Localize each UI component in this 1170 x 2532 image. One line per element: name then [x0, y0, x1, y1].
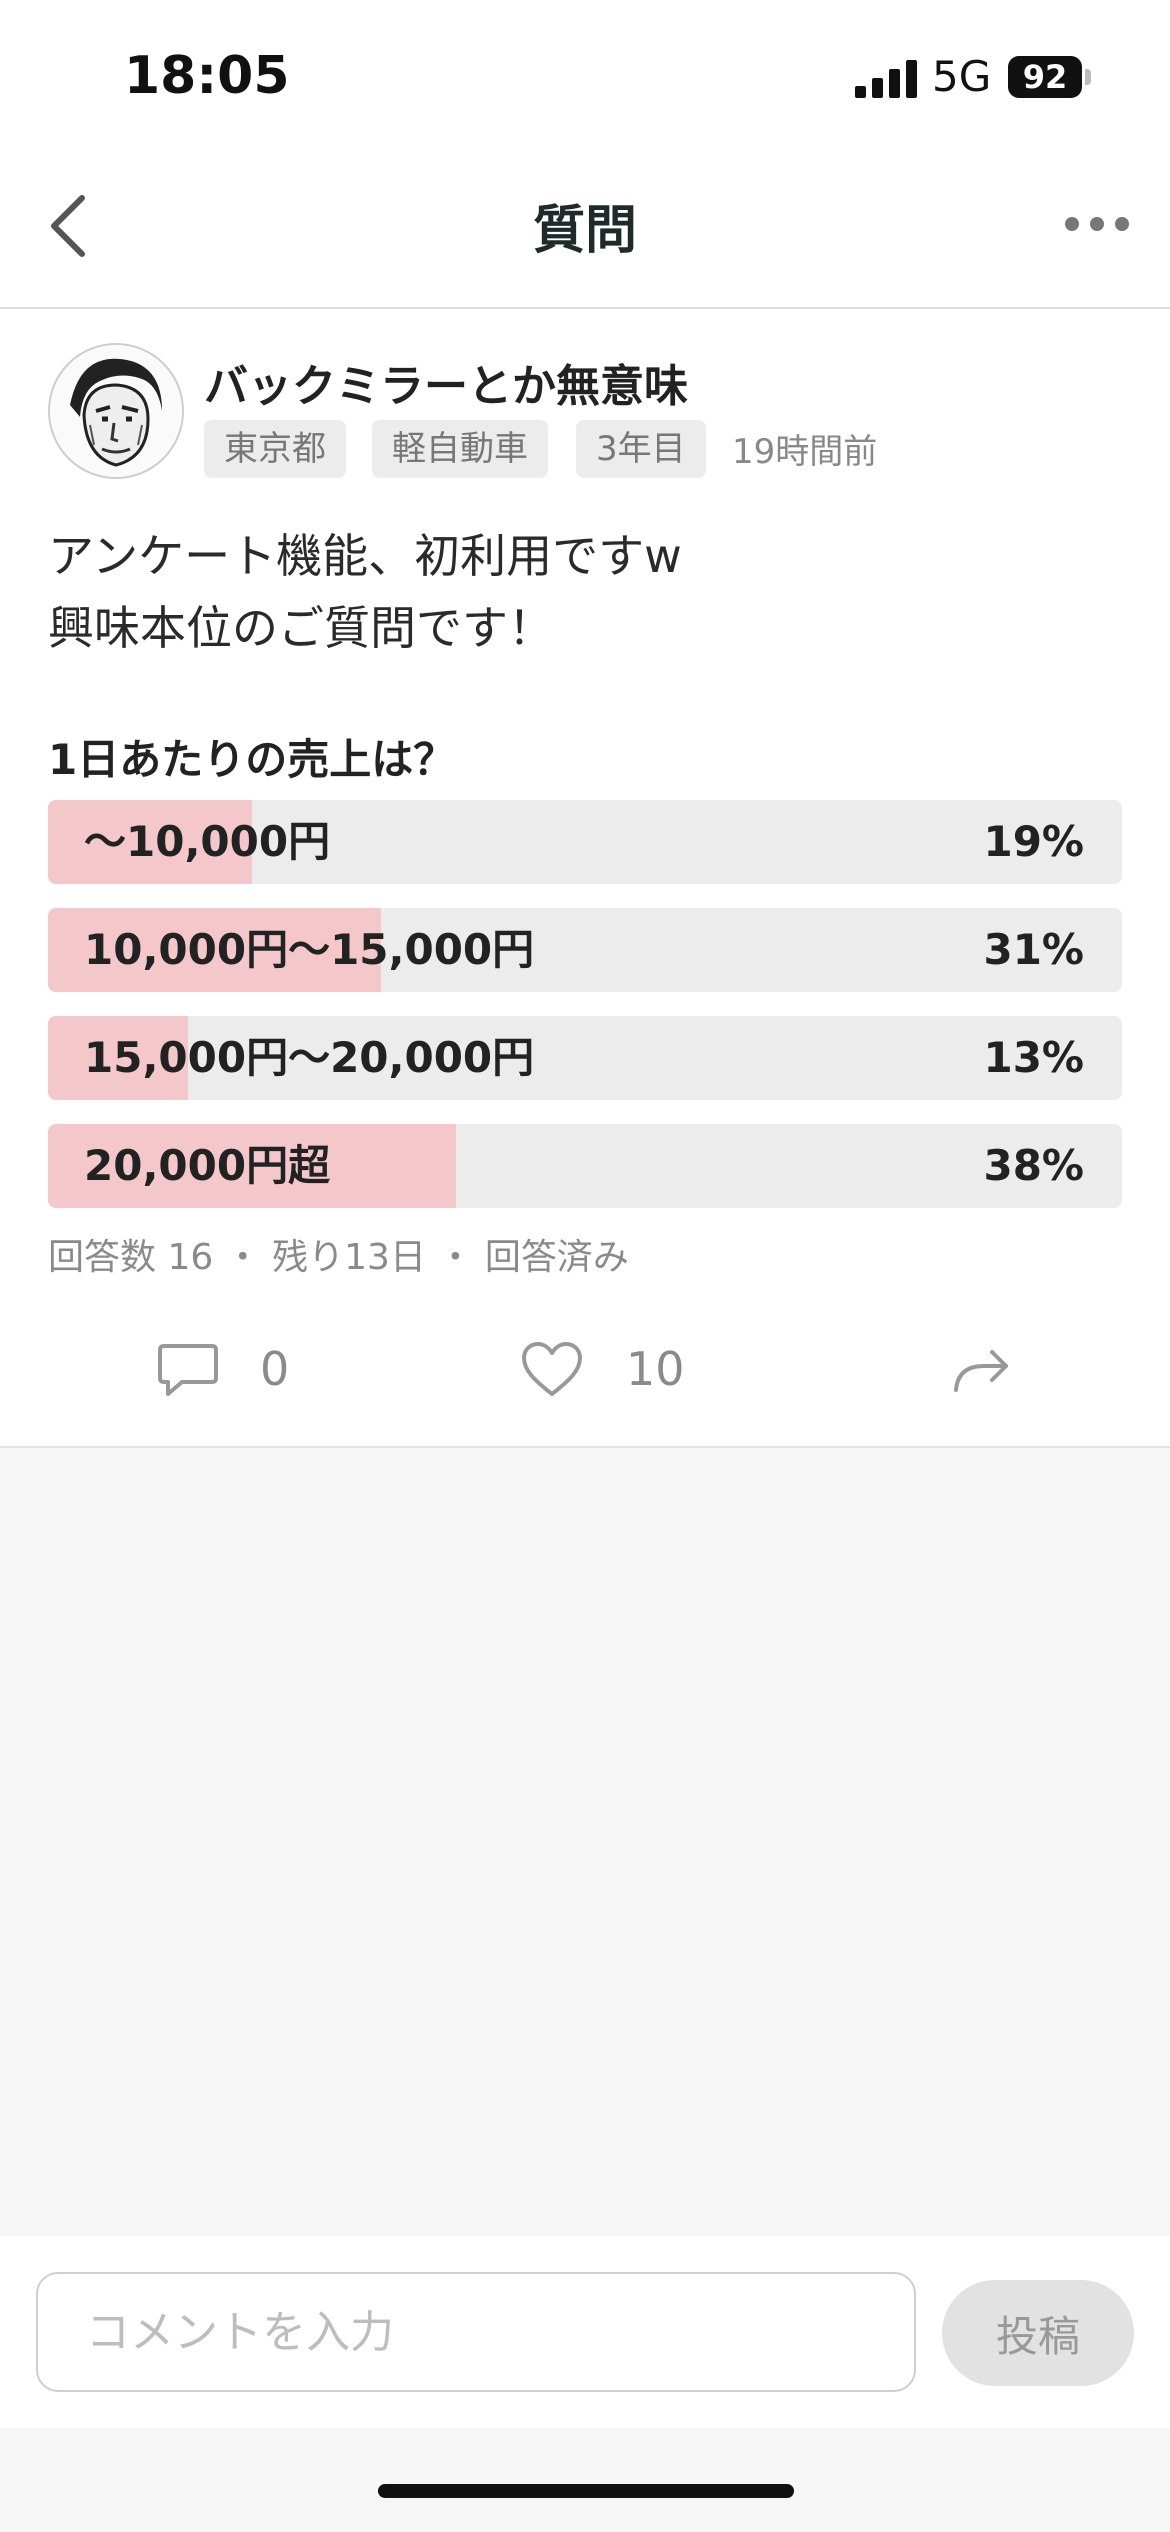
tag-years: 3年目: [576, 420, 706, 478]
comment-count: 0: [260, 1342, 290, 1396]
poll-option[interactable]: 10,000円〜15,000円 31%: [48, 908, 1122, 992]
avatar[interactable]: [48, 343, 184, 479]
page-title: 質問: [532, 201, 637, 261]
poll-option-percent: 38%: [983, 1141, 1084, 1190]
poll-meta: 回答数 16 ・ 残り13日 ・ 回答済み: [48, 1237, 629, 1278]
post-body-line: アンケート機能、初利用ですw: [48, 529, 682, 583]
tag-vehicle: 軽自動車: [372, 420, 548, 478]
share-icon[interactable]: [950, 1340, 1014, 1400]
author-name[interactable]: バックミラーとか無意味: [204, 350, 688, 414]
post-body-line: 興味本位のご質問です！: [48, 601, 554, 655]
poll-option-percent: 13%: [983, 1033, 1084, 1082]
heart-icon[interactable]: [520, 1340, 584, 1400]
avatar-illustration: [50, 345, 182, 477]
poll-option-label: 20,000円超: [84, 1141, 331, 1190]
battery-nub: [1085, 69, 1091, 85]
home-indicator: [378, 2484, 794, 2498]
battery-icon: 92: [1008, 56, 1082, 98]
comment-input[interactable]: [36, 2272, 916, 2392]
poll-option[interactable]: 20,000円超 38%: [48, 1124, 1122, 1208]
post-time: 19時間前: [732, 432, 878, 472]
more-icon[interactable]: [1062, 206, 1132, 242]
comment-bubble-icon[interactable]: [156, 1340, 220, 1400]
poll-option[interactable]: 15,000円〜20,000円 13%: [48, 1016, 1122, 1100]
actions-divider: [0, 1446, 1170, 1448]
signal-icon: [855, 58, 917, 98]
poll-option-label: 15,000円〜20,000円: [84, 1033, 535, 1082]
nav-divider: [0, 307, 1170, 309]
network-label: 5G: [932, 52, 992, 101]
tag-region: 東京都: [204, 420, 346, 478]
like-count: 10: [626, 1342, 685, 1396]
post-button[interactable]: 投稿: [942, 2280, 1134, 2386]
status-time: 18:05: [124, 46, 290, 106]
poll-option-label: 〜10,000円: [84, 817, 331, 866]
poll-question: 1日あたりの売上は？: [48, 735, 456, 784]
poll-option-label: 10,000円〜15,000円: [84, 925, 535, 974]
poll-option-percent: 19%: [983, 817, 1084, 866]
poll-option[interactable]: 〜10,000円 19%: [48, 800, 1122, 884]
poll-option-percent: 31%: [983, 925, 1084, 974]
